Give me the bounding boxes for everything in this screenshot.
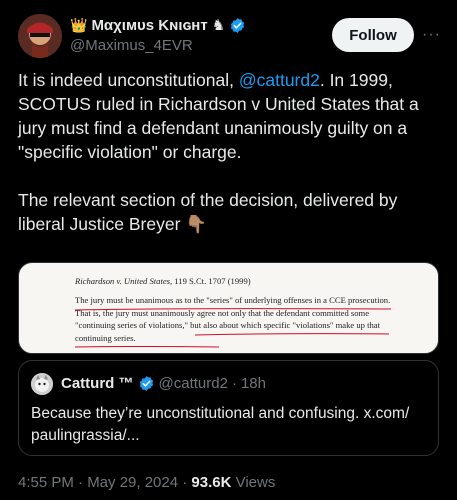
views-count: 93.6K (191, 474, 232, 491)
author-display-name[interactable]: 👑 Mαχιмυѕ Kɴιɢʜᴛ ♞ (70, 16, 246, 34)
crown-icon: 👑 (70, 16, 88, 33)
attached-document-image[interactable]: Richardson v. United States, 119 S.Ct. 1… (18, 262, 439, 354)
tweet-text-before-mention: It is indeed unconstitutional, (18, 70, 239, 90)
more-options-icon[interactable]: ··· (422, 26, 441, 44)
citation-rest: , 119 S.Ct. 1707 (1999) (170, 276, 251, 286)
author-handle[interactable]: @Maximus_4EVR (70, 37, 246, 54)
quoted-tweet-time[interactable]: 18h (241, 375, 266, 392)
tweet-header: 👑 Mαχιмυѕ Kɴιɢʜᴛ ♞ @Maximus_4EVR Follow … (18, 14, 443, 62)
quoted-tweet-text: Because they’re unconstitutional and con… (31, 405, 410, 444)
quoted-author-name[interactable]: Catturd ™ (61, 375, 134, 392)
author-name-text: Mαχιмυѕ Kɴιɢʜᴛ (91, 16, 208, 34)
document-body: The jury must be unanimous as to the "se… (75, 295, 391, 343)
verified-badge-icon (231, 17, 245, 33)
tweet-text: It is indeed unconstitutional, @catturd2… (18, 68, 443, 260)
knight-icon: ♞ (211, 17, 226, 34)
author-avatar[interactable] (18, 14, 62, 58)
tweet-paragraph-2: The relevant section of the decision, de… (18, 188, 443, 236)
tweet-paragraph-1: It is indeed unconstitutional, @catturd2… (18, 68, 443, 164)
quoted-author-handle[interactable]: @catturd2 (159, 375, 228, 392)
quoted-author-avatar[interactable] (31, 373, 53, 395)
citation-case: Richardson v. United States (75, 276, 170, 286)
quoted-separator: · (231, 375, 237, 392)
document-citation: Richardson v. United States, 119 S.Ct. 1… (75, 275, 405, 287)
views-label: Views (231, 474, 276, 491)
quoted-tweet-header: Catturd ™ @catturd2 · 18h (61, 375, 266, 392)
quoted-verified-badge-icon (139, 376, 153, 391)
author-names: 👑 Mαχιмυѕ Kɴιɢʜᴛ ♞ @Maximus_4EVR (70, 16, 246, 54)
mention-link[interactable]: @catturd2 (239, 70, 320, 90)
document-content: Richardson v. United States, 119 S.Ct. 1… (75, 275, 405, 344)
tweet-text-para2: The relevant section of the decision, de… (18, 190, 398, 234)
tweet-meta: 4:55 PM · May 29, 2024 · 93.6K Views (18, 474, 275, 491)
quoted-tweet[interactable]: Catturd ™ @catturd2 · 18h Because they’r… (18, 360, 439, 456)
follow-button[interactable]: Follow (332, 18, 414, 52)
tweet-timestamp[interactable]: 4:55 PM · May 29, 2024 · (18, 474, 191, 491)
pointing-down-icon: 👇🏽 (185, 214, 208, 234)
